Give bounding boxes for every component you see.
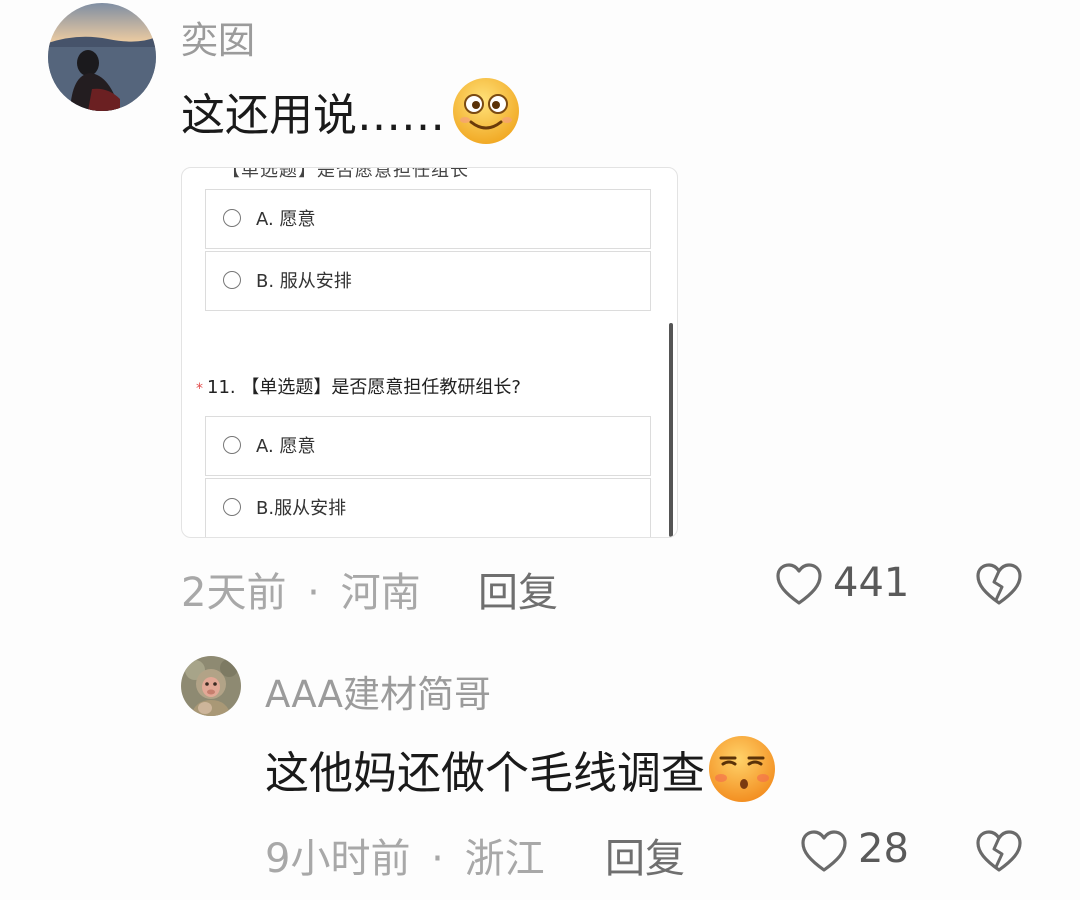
comment-text: 这还用说…… [181,76,521,146]
survey-option-b: B. 服从安排 [205,251,651,311]
location: 浙江 [464,836,545,882]
username[interactable]: AAA建材简哥 [265,664,491,718]
option-label: B. 服从安排 [256,271,352,292]
username[interactable]: 奕囡 [181,10,255,64]
like-count: 441 [833,560,910,606]
broken-heart-icon[interactable] [975,562,1023,606]
separator-dot: · [307,570,320,616]
survey-option-a: A. 愿意 [205,189,651,249]
radio-circle-icon [223,436,241,454]
heart-outline-icon[interactable] [800,829,848,873]
radio-circle-icon [223,498,241,516]
comment-body: 这他妈还做个毛线调查 [265,748,705,799]
radio-circle-icon [223,209,241,227]
attached-survey-image[interactable]: 【单选题】是否愿意担任组长 A. 愿意 B. 服从安排 * 11. 【单选题】是否… [181,167,678,538]
survey-option-b: B.服从安排 [205,478,651,537]
avatar-commenter-1[interactable] [48,3,156,111]
avatar-commenter-2[interactable] [181,656,241,716]
cut-off-question-text: 【单选题】是否愿意担任组长 [222,167,469,181]
survey-option-a: A. 愿意 [205,416,651,476]
reply-button[interactable]: 回复 [478,560,558,618]
comment-body: 这还用说…… [181,90,445,141]
option-label: B.服从安排 [256,498,347,519]
broken-heart-icon[interactable] [975,829,1023,873]
grinning-face-emoji-icon [451,76,521,146]
option-label: A. 愿意 [256,436,316,457]
radio-circle-icon [223,271,241,289]
like-count: 28 [858,826,909,872]
question-number: 11. [207,377,236,398]
required-mark: * [196,381,203,397]
timestamp: 9小时前 [265,836,411,882]
option-label: A. 愿意 [256,209,316,230]
separator-dot: · [431,836,444,882]
comment-meta: 9小时前 · 浙江 [265,826,545,884]
comment-meta: 2天前 · 河南 [181,560,421,618]
location: 河南 [340,570,421,616]
survey-question: * 11. 【单选题】是否愿意担任教研组长? [196,373,521,399]
comment-text: 这他妈还做个毛线调查 [265,734,777,804]
timestamp: 2天前 [181,570,287,616]
scrollbar [669,323,673,537]
question-text: 【单选题】是否愿意担任教研组长? [241,377,521,398]
reply-button[interactable]: 回复 [605,826,685,884]
unamused-face-emoji-icon [707,734,777,804]
heart-outline-icon[interactable] [775,562,823,606]
